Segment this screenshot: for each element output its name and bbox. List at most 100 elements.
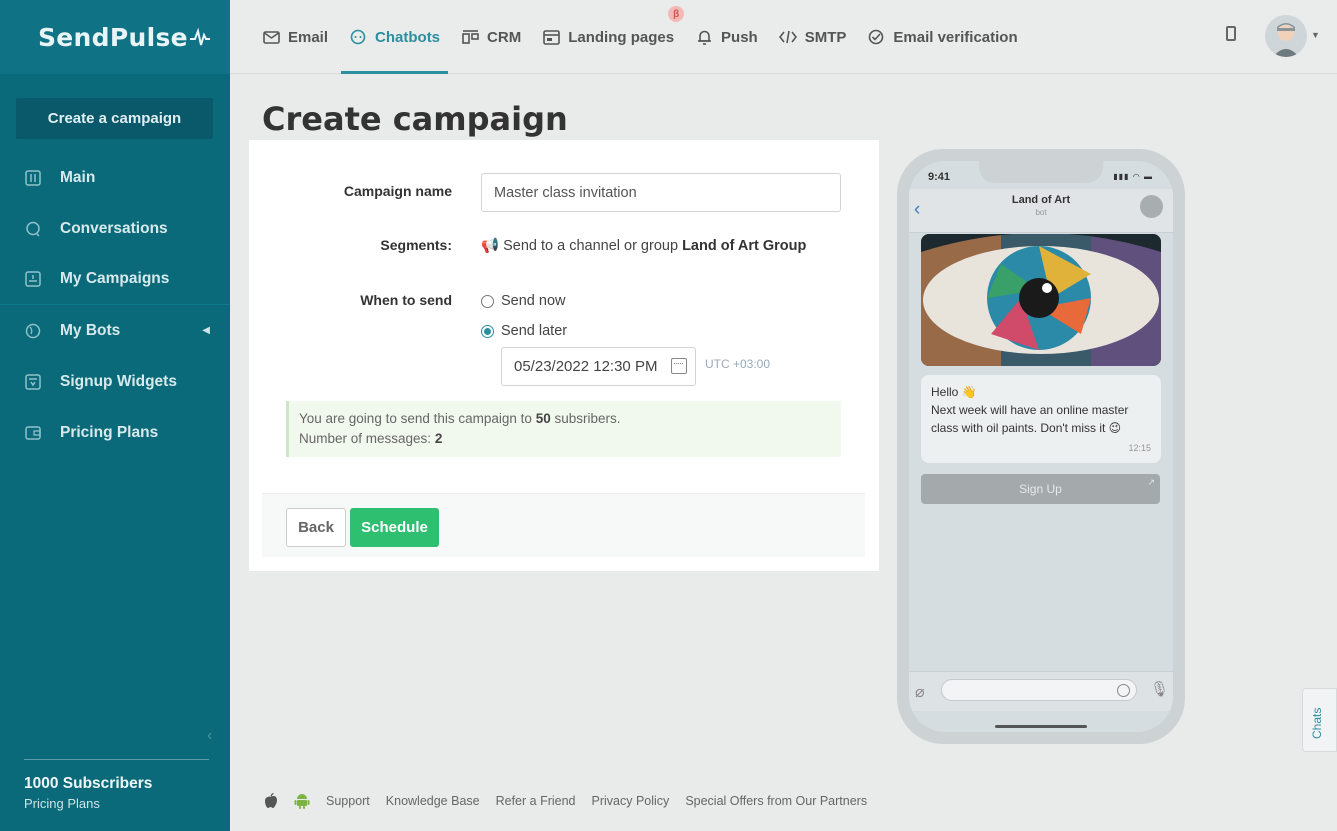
avatar[interactable] (1265, 15, 1307, 57)
envelope-icon (262, 28, 280, 46)
schedule-datetime-input[interactable]: 05/23/2022 12:30 PM (501, 347, 696, 386)
notice-line1-prefix: You are going to send this campaign to (299, 411, 532, 426)
campaign-name-label: Campaign name (343, 183, 452, 199)
chat-name: Land of Art (1011, 194, 1071, 206)
tab-email[interactable]: Email (262, 0, 328, 74)
sidebar-item-conversations[interactable]: Conversations (0, 203, 230, 254)
sidebar-item-main[interactable]: Main (0, 152, 230, 203)
sliders-icon (24, 169, 42, 187)
tab-label: Push (721, 28, 758, 46)
wallet-icon (24, 424, 42, 442)
landing-icon (542, 28, 560, 46)
chat-subtitle: bot (1035, 208, 1047, 217)
sidebar-item-my-campaigns[interactable]: My Campaigns (0, 254, 230, 305)
message-field (941, 679, 1137, 701)
message-image (921, 234, 1161, 366)
sidebar-item-label: Conversations (60, 219, 168, 237)
tab-email-verification[interactable]: Email verification (867, 0, 1018, 74)
datetime-value: 05/23/2022 12:30 PM (514, 358, 658, 375)
home-indicator (995, 725, 1087, 728)
radio-button[interactable] (481, 294, 494, 308)
tab-label: Chatbots (375, 28, 441, 46)
chats-side-tab[interactable]: Chats (1302, 688, 1337, 752)
radio-button-selected[interactable] (481, 324, 494, 338)
top-navigation: Email Chatbots CRM Landing pages β Push … (230, 0, 1337, 74)
send-summary-notice: You are going to send this campaign to 5… (286, 401, 841, 457)
sidebar-item-my-bots[interactable]: My Bots ◀ (0, 305, 230, 356)
sidebar-item-label: My Bots (60, 321, 121, 339)
sidebar-item-signup-widgets[interactable]: Signup Widgets (0, 356, 230, 407)
footer-link-support[interactable]: Support (326, 794, 370, 808)
notice-line2-prefix: Number of messages: (299, 431, 432, 446)
segments-prefix: 📢 Send to a channel or group (481, 238, 679, 254)
calendar-icon[interactable] (671, 358, 687, 374)
timezone-label: UTC +03:00 (705, 357, 771, 371)
external-link-icon: ↗ (1147, 477, 1155, 487)
chevron-down-icon[interactable]: ▼ (1311, 30, 1320, 40)
apple-icon[interactable] (264, 792, 278, 809)
tab-push[interactable]: Push (695, 0, 758, 74)
chats-label: Chats (1310, 707, 1324, 739)
segments-target: Land of Art Group (682, 238, 807, 254)
sidebar-nav: Main Conversations My Campaigns My Bots … (0, 152, 230, 458)
footer-link-special-offers[interactable]: Special Offers from Our Partners (685, 794, 867, 808)
pulse-icon (189, 27, 210, 46)
segments-label: Segments: (380, 237, 452, 253)
mobile-app-icon[interactable] (1226, 26, 1236, 41)
sidebar-item-pricing-plans[interactable]: Pricing Plans (0, 407, 230, 458)
phone-screen: 9:41 ▮▮▮ ◠ ▬ ‹ Land of Art bot Hello 👋 N… (909, 161, 1173, 732)
tab-chatbots[interactable]: Chatbots (341, 0, 449, 74)
phone-preview: 9:41 ▮▮▮ ◠ ▬ ‹ Land of Art bot Hello 👋 N… (897, 149, 1185, 744)
collapse-sidebar-icon[interactable]: ‹ (207, 727, 212, 745)
globe-icon (24, 322, 42, 340)
footer-link-refer-a-friend[interactable]: Refer a Friend (496, 794, 576, 808)
eye-painting-image (921, 234, 1161, 366)
pricing-plans-link[interactable]: Pricing Plans (24, 796, 209, 811)
chatbot-icon (349, 28, 367, 46)
logo-text: SendPulse (38, 22, 188, 52)
widget-icon (24, 373, 42, 391)
send-now-radio[interactable]: Send now (481, 293, 566, 309)
sidebar-item-label: Main (60, 168, 96, 186)
tab-crm[interactable]: CRM (461, 0, 521, 74)
signup-preview-button: Sign Up ↗ (921, 474, 1160, 504)
notice-messages-count: 2 (434, 431, 443, 446)
message-bubble: Hello 👋 Next week will have an online ma… (921, 375, 1161, 463)
phone-time: 9:41 (928, 171, 951, 183)
tab-label: CRM (487, 28, 522, 46)
user-avatar-icon (1265, 15, 1307, 57)
tab-landing-pages[interactable]: Landing pages β (542, 0, 685, 74)
campaign-icon (24, 270, 42, 288)
campaign-name-input[interactable] (481, 173, 841, 212)
beta-badge: β (668, 6, 685, 22)
tab-smtp[interactable]: SMTP (778, 0, 846, 74)
notice-line1-suffix: subsribers. (554, 411, 621, 426)
sticker-icon (1117, 684, 1130, 697)
tab-label: Landing pages (568, 28, 675, 46)
subscribers-count: 1000 Subscribers (24, 775, 153, 792)
paperclip-icon: ⌀ (915, 684, 925, 701)
form-actions: Back Schedule (262, 493, 865, 557)
back-button[interactable]: Back (286, 508, 346, 547)
sidebar-item-label: Pricing Plans (60, 423, 159, 441)
create-campaign-button[interactable]: Create a campaign (16, 98, 213, 139)
chat-bubble-icon (24, 220, 42, 238)
android-icon[interactable] (294, 792, 310, 809)
send-later-radio[interactable]: Send later (481, 323, 567, 339)
schedule-button[interactable]: Schedule (350, 508, 439, 547)
campaign-form-card: Campaign name Segments: 📢 Send to a chan… (262, 149, 865, 557)
tab-label: Email (288, 28, 329, 46)
code-icon (778, 28, 797, 46)
signal-wifi-battery-icon: ▮▮▮ ◠ ▬ (1113, 172, 1153, 181)
check-circle-icon (867, 28, 885, 46)
footer-link-privacy-policy[interactable]: Privacy Policy (592, 794, 670, 808)
chat-input-bar: ⌀ 🎙 (909, 671, 1173, 711)
sendpulse-logo[interactable]: SendPulse (0, 0, 230, 74)
crm-icon (461, 28, 479, 46)
footer-link-knowledge-base[interactable]: Knowledge Base (386, 794, 480, 808)
campaign-form-panel: Campaign name Segments: 📢 Send to a chan… (249, 140, 879, 571)
subscription-info: 1000 Subscribers Pricing Plans (24, 759, 209, 811)
bell-icon (695, 28, 713, 46)
signup-label: Sign Up (1019, 482, 1062, 496)
segments-value: 📢 Send to a channel or group Land of Art… (481, 237, 806, 254)
